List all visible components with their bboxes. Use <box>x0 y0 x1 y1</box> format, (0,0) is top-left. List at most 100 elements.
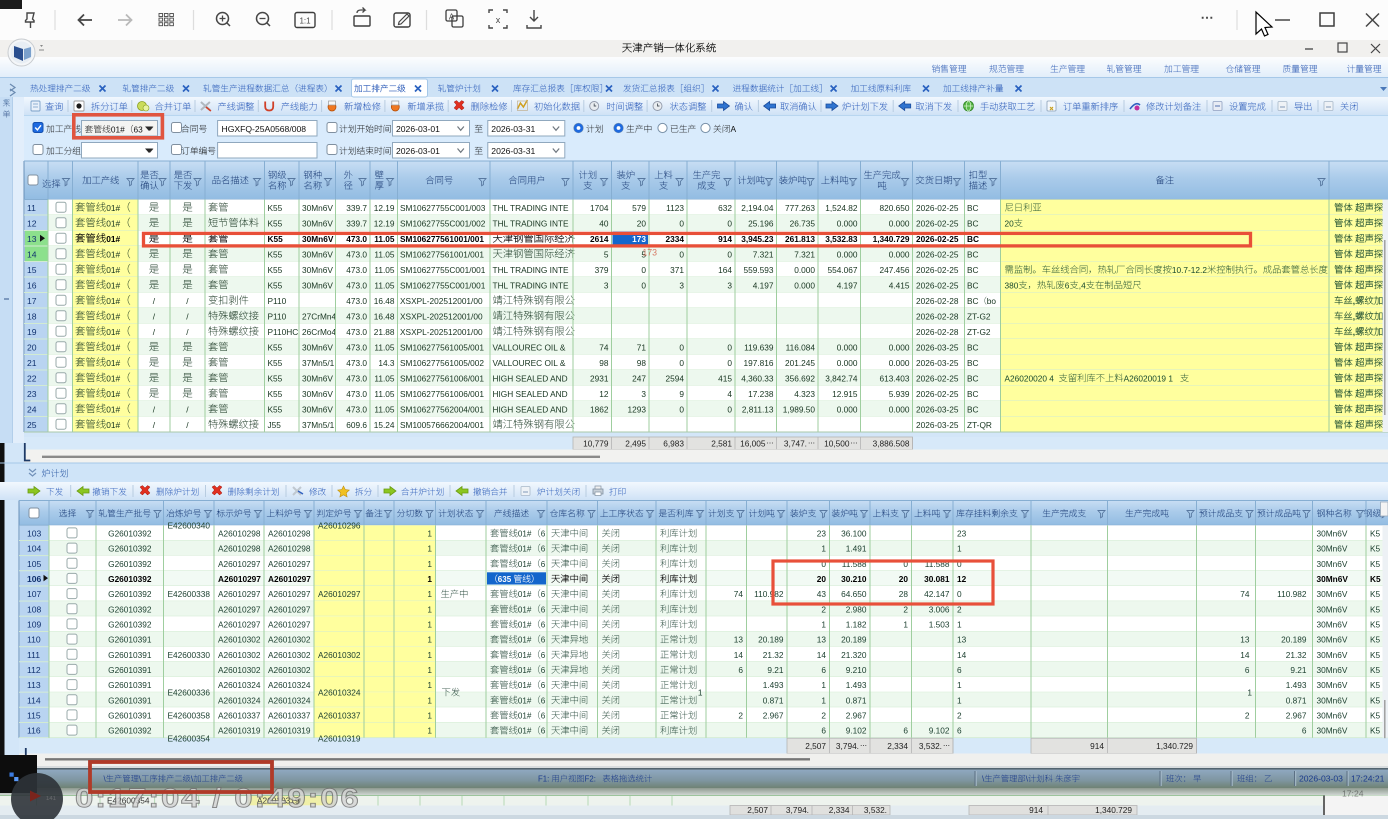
svg-text:12.19: 12.19 <box>374 218 395 228</box>
svg-text:1,340.729: 1,340.729 <box>873 234 910 244</box>
svg-text:0:17:04 / 0:49:06: 0:17:04 / 0:49:06 <box>75 784 361 814</box>
svg-text:E42600340: E42600340 <box>168 521 211 531</box>
svg-text:01#: 01# <box>106 234 120 244</box>
svg-text:1: 1 <box>427 650 432 660</box>
svg-text:6: 6 <box>957 665 962 675</box>
svg-text:2026-02-25: 2026-02-25 <box>916 280 959 290</box>
svg-text:20: 20 <box>637 218 647 228</box>
svg-text:A: A <box>449 13 455 22</box>
svg-text:30Mn6V: 30Mn6V <box>302 203 333 213</box>
svg-text:114: 114 <box>27 695 41 705</box>
svg-text:K55: K55 <box>268 404 283 414</box>
svg-text:2,507: 2,507 <box>747 805 768 815</box>
svg-text:43: 43 <box>817 589 827 599</box>
svg-text:1.493: 1.493 <box>846 680 867 690</box>
svg-text:609.6: 609.6 <box>346 420 367 430</box>
svg-text:BC: BC <box>967 218 979 228</box>
svg-text:20: 20 <box>817 574 827 584</box>
svg-text:14: 14 <box>957 650 967 660</box>
svg-text:473.0: 473.0 <box>346 358 367 368</box>
svg-text:6: 6 <box>541 545 546 554</box>
svg-text:G26010392: G26010392 <box>108 604 152 614</box>
svg-text:30Mn6V: 30Mn6V <box>1317 589 1348 599</box>
svg-text:1:1: 1:1 <box>299 17 311 26</box>
svg-text:11.05: 11.05 <box>374 389 395 399</box>
svg-text:1,989.50: 1,989.50 <box>783 404 816 414</box>
svg-text:0.871: 0.871 <box>1286 695 1307 705</box>
svg-text:17:24:21: 17:24:21 <box>1351 774 1385 784</box>
svg-text:12.915: 12.915 <box>832 389 858 399</box>
svg-text:0.871: 0.871 <box>846 695 867 705</box>
svg-text:30Mn6V: 30Mn6V <box>302 249 333 259</box>
svg-text:2,811.13: 2,811.13 <box>742 404 774 414</box>
svg-text:173: 173 <box>642 248 657 258</box>
svg-text:24: 24 <box>27 404 37 414</box>
svg-text:21.320: 21.320 <box>841 650 867 660</box>
svg-text:G26010392: G26010392 <box>108 544 152 554</box>
svg-text:11.05: 11.05 <box>374 342 395 352</box>
svg-text:613.403: 613.403 <box>880 373 910 383</box>
svg-text:9.21: 9.21 <box>1290 665 1307 675</box>
svg-text:20.189: 20.189 <box>758 635 784 645</box>
svg-text:339.7: 339.7 <box>346 203 367 213</box>
svg-text:10.7-12.2: 10.7-12.2 <box>1172 265 1207 275</box>
svg-text:0: 0 <box>727 249 732 259</box>
svg-text:01#: 01# <box>106 280 120 290</box>
svg-text:6,983: 6,983 <box>663 439 684 449</box>
svg-text:21.88: 21.88 <box>374 327 395 337</box>
svg-text:BC: BC <box>967 389 979 399</box>
svg-text:2: 2 <box>821 604 826 614</box>
svg-text:74: 74 <box>1240 589 1250 599</box>
svg-text:37Mn5/1: 37Mn5/1 <box>302 420 335 430</box>
svg-text:G26010392: G26010392 <box>108 574 152 584</box>
svg-text:1: 1 <box>427 695 432 705</box>
svg-text:K55: K55 <box>268 389 283 399</box>
svg-text:A26010302: A26010302 <box>218 650 261 660</box>
svg-text:XSXPL-202512001/00: XSXPL-202512001/00 <box>400 311 483 321</box>
svg-text:0: 0 <box>679 342 684 352</box>
svg-text:6: 6 <box>541 696 546 705</box>
svg-text:bo: bo <box>987 296 997 306</box>
svg-text:0.000: 0.000 <box>837 218 858 228</box>
svg-text:559.593: 559.593 <box>744 265 774 275</box>
svg-text:2026-03-01: 2026-03-01 <box>396 146 440 156</box>
svg-text:⋯: ⋯ <box>943 743 950 750</box>
svg-text:A26010324: A26010324 <box>218 695 261 705</box>
svg-text:A26010297: A26010297 <box>218 574 261 584</box>
svg-text:247.456: 247.456 <box>880 265 910 275</box>
svg-text:30.210: 30.210 <box>841 574 867 584</box>
svg-text:01#: 01# <box>106 265 120 275</box>
svg-text:SM106277561006/001: SM106277561006/001 <box>400 389 484 399</box>
svg-text:3.006: 3.006 <box>929 604 950 614</box>
svg-text:12.19: 12.19 <box>374 203 395 213</box>
svg-text:6: 6 <box>1302 726 1307 736</box>
svg-text:P110HC: P110HC <box>268 327 299 337</box>
svg-text:6: 6 <box>903 726 908 736</box>
svg-text:K55: K55 <box>268 280 283 290</box>
svg-text:30Mn6V: 30Mn6V <box>302 389 333 399</box>
svg-text:A26010298: A26010298 <box>268 544 311 554</box>
svg-text:40: 40 <box>599 218 609 228</box>
svg-text:30Mn6V: 30Mn6V <box>1317 544 1348 554</box>
svg-text:113: 113 <box>27 680 41 690</box>
svg-text:473.0: 473.0 <box>346 311 367 321</box>
svg-text:20: 20 <box>899 574 909 584</box>
svg-text:1: 1 <box>957 695 962 705</box>
svg-text:A26010297: A26010297 <box>318 589 361 599</box>
svg-text:1: 1 <box>957 620 962 630</box>
svg-text:,: , <box>1353 311 1355 321</box>
svg-text:4.197: 4.197 <box>753 280 774 290</box>
svg-text:1.503: 1.503 <box>929 620 950 630</box>
svg-text:01#: 01# <box>518 651 532 660</box>
svg-text:2594: 2594 <box>666 373 685 383</box>
svg-text:01#: 01# <box>111 124 125 134</box>
svg-text:3,747.: 3,747. <box>784 439 807 449</box>
svg-text:K5: K5 <box>1370 711 1381 721</box>
svg-text:473.0: 473.0 <box>346 296 367 306</box>
svg-text:3,842.74: 3,842.74 <box>825 373 858 383</box>
svg-text:2.967: 2.967 <box>846 711 867 721</box>
svg-text:01#: 01# <box>106 342 120 352</box>
svg-text:,: , <box>1353 327 1355 337</box>
svg-text:23: 23 <box>957 529 967 539</box>
svg-text:A26010302: A26010302 <box>268 650 311 660</box>
